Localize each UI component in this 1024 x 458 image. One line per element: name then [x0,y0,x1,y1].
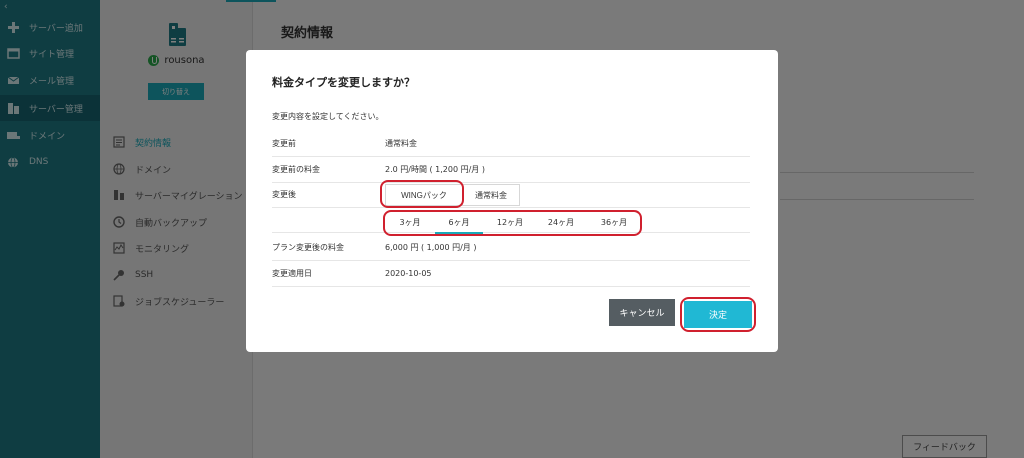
annotation-circle [680,297,756,332]
row-before-price: 変更前の料金 2.0 円/時間 ( 1,200 円/月 ) [272,157,750,183]
row-before: 変更前 通常料金 [272,131,750,157]
cancel-button[interactable]: キャンセル [609,299,675,326]
row-label: プラン変更後の料金 [272,243,344,252]
dialog-subtitle: 変更内容を設定してください。 [272,112,384,121]
type-option-normal[interactable]: 通常料金 [462,184,520,206]
row-value: 2020-10-05 [385,269,432,278]
row-label: 変更後 [272,190,296,199]
change-plan-dialog: 料金タイプを変更しますか？ 変更内容を設定してください。 変更前 通常料金 変更… [246,50,778,352]
row-apply-date: 変更適用日 2020-10-05 [272,261,750,287]
row-label: 変更前 [272,139,296,148]
row-plan-price: プラン変更後の料金 6,000 円 ( 1,000 円/月 ) [272,235,750,261]
annotation-circle [383,210,642,236]
row-value: 通常料金 [385,139,417,148]
row-label: 変更前の料金 [272,165,320,174]
dialog-title: 料金タイプを変更しますか？ [272,76,415,89]
annotation-circle [380,180,464,208]
row-value: 6,000 円 ( 1,000 円/月 ) [385,243,477,252]
row-value: 2.0 円/時間 ( 1,200 円/月 ) [385,165,485,174]
row-label: 変更適用日 [272,269,312,278]
